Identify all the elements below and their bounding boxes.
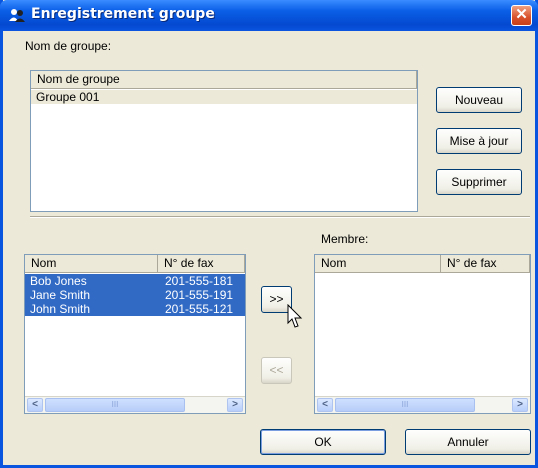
remove-member-button[interactable]: << — [261, 357, 292, 384]
contact-row[interactable]: John Smith 201-555-121 — [25, 302, 245, 316]
arrow-cursor-icon — [287, 304, 303, 328]
horizontal-scrollbar[interactable]: < III > — [25, 396, 245, 413]
close-icon: ✕ — [515, 6, 528, 23]
scroll-left-icon[interactable]: < — [317, 398, 333, 412]
scroll-right-icon[interactable]: > — [512, 398, 528, 412]
ok-button[interactable]: OK — [260, 429, 386, 455]
contact-name: Bob Jones — [30, 274, 87, 288]
cancel-button[interactable]: Annuler — [405, 429, 531, 455]
contact-name: John Smith — [30, 302, 91, 316]
horizontal-scrollbar[interactable]: < III > — [315, 396, 530, 413]
column-header-name[interactable]: Nom — [25, 255, 158, 273]
contacts-list[interactable]: Nom N° de fax Bob Jones 201-555-181 Jane… — [24, 254, 246, 414]
column-header-name[interactable]: Nom — [315, 255, 441, 273]
contact-name: Jane Smith — [30, 288, 91, 302]
group-registration-dialog: Enregistrement groupe ✕ Nom de groupe: N… — [0, 0, 538, 468]
group-name-label: Nom de groupe: — [25, 39, 112, 53]
scroll-thumb[interactable]: III — [335, 398, 475, 412]
window-title: Enregistrement groupe — [31, 6, 215, 22]
contact-row[interactable]: Jane Smith 201-555-191 — [25, 288, 245, 302]
group-list[interactable]: Nom de groupe Groupe 001 — [30, 70, 418, 212]
members-label: Membre: — [321, 232, 369, 246]
divider — [30, 216, 530, 218]
delete-button[interactable]: Supprimer — [436, 169, 522, 195]
column-header-fax[interactable]: N° de fax — [158, 255, 245, 273]
contact-row[interactable]: Bob Jones 201-555-181 — [25, 274, 245, 288]
scroll-left-icon[interactable]: < — [27, 398, 43, 412]
scroll-thumb[interactable]: III — [45, 398, 185, 412]
update-button[interactable]: Mise à jour — [436, 128, 522, 154]
group-row[interactable]: Groupe 001 — [31, 90, 417, 104]
group-people-icon — [9, 9, 25, 22]
close-button[interactable]: ✕ — [511, 5, 532, 26]
column-header-fax[interactable]: N° de fax — [441, 255, 530, 273]
members-list[interactable]: Nom N° de fax < III > — [314, 254, 531, 414]
contact-fax: 201-555-121 — [165, 302, 234, 316]
column-header-group-name[interactable]: Nom de groupe — [31, 71, 417, 89]
new-button[interactable]: Nouveau — [436, 87, 522, 113]
scroll-right-icon[interactable]: > — [227, 398, 243, 412]
title-bar[interactable]: Enregistrement groupe ✕ — [0, 0, 538, 31]
contact-fax: 201-555-181 — [165, 274, 234, 288]
contact-fax: 201-555-191 — [165, 288, 234, 302]
